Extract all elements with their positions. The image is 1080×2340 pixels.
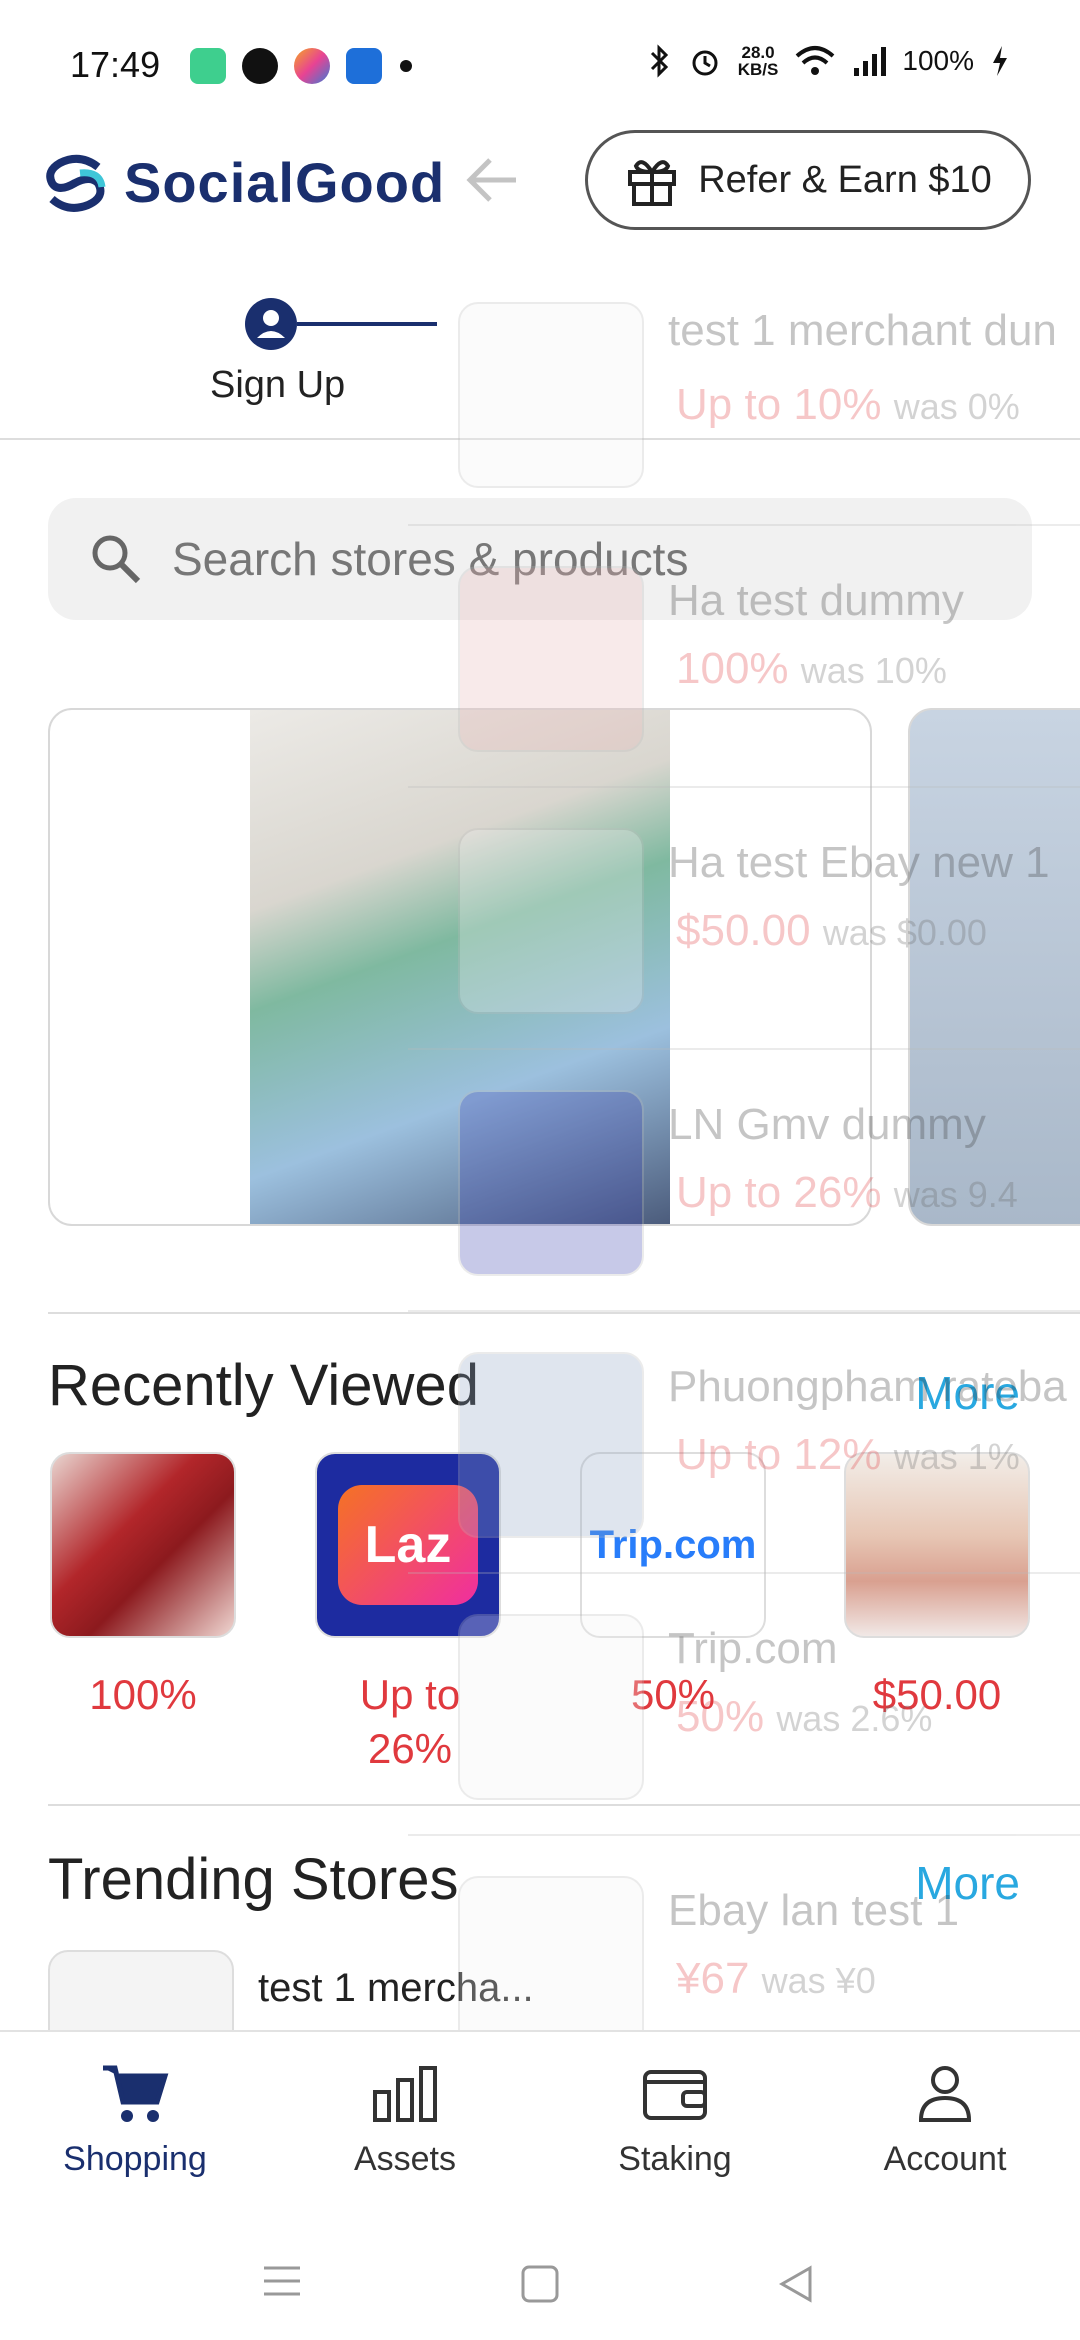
store-rate-value: ¥67 (676, 1954, 750, 2003)
nav-label: Shopping (63, 2140, 207, 2178)
nav-label: Staking (618, 2140, 732, 2178)
trending-store-name[interactable]: test 1 mercha... (258, 1966, 534, 2011)
socialgood-logo-icon (46, 154, 106, 212)
nav-shopping[interactable]: Shopping (0, 2062, 270, 2179)
bottom-navigation: Shopping Assets Staking Account (0, 2030, 1080, 2220)
network-speed-value: 28.0 (741, 43, 775, 62)
step-progress-line (297, 322, 437, 326)
recent-item-portrait[interactable] (844, 1452, 1030, 1638)
recently-viewed-more-link[interactable]: More (915, 1366, 1020, 1420)
lazada-logo-icon: Laz (338, 1485, 478, 1605)
trending-stores-more-link[interactable]: More (915, 1856, 1020, 1910)
recently-viewed-title: Recently Viewed (48, 1353, 479, 1418)
recent-rate-4: $50.00 (872, 1671, 1002, 1718)
promo-banner[interactable] (48, 708, 872, 1226)
trip-logo-text: Trip.com (589, 1522, 757, 1567)
status-time: 17:49 (70, 44, 161, 85)
usb-icon (346, 48, 382, 84)
onboarding-stepper: Sign Up (0, 262, 1080, 440)
person-icon (918, 2066, 972, 2122)
store-was-value: was 10% (800, 650, 947, 691)
recent-item-lipstick[interactable] (50, 1452, 236, 1638)
recent-item-lazada[interactable]: Laz (315, 1452, 501, 1638)
store-rate: 100% was 10% (676, 644, 947, 694)
home-icon[interactable] (520, 2264, 560, 2304)
network-speed-unit: KB/S (737, 60, 779, 79)
store-rate-value: 100% (676, 644, 789, 693)
browser-icon (294, 48, 330, 84)
bluetooth-icon (650, 44, 668, 78)
recent-rate-1: 100% (89, 1671, 197, 1718)
wallet-icon (643, 2070, 707, 2120)
signal-icon (854, 47, 887, 76)
nav-label: Assets (353, 2140, 457, 2178)
store-was-value: was ¥0 (761, 1960, 876, 2001)
search-icon (92, 535, 141, 584)
recent-item-trip[interactable]: Trip.com (580, 1452, 766, 1638)
recent-apps-icon[interactable] (262, 2264, 302, 2298)
charging-icon (993, 46, 1007, 76)
brand-name: SocialGood (124, 151, 446, 214)
brand-logo: SocialGood (40, 150, 445, 215)
back-icon[interactable] (776, 2264, 816, 2304)
status-bar: 17:49 28.0 KB/S 100% (0, 0, 1080, 130)
gift-icon (628, 160, 677, 206)
app-notification-icon (190, 48, 226, 84)
cart-icon (103, 2065, 169, 2122)
system-navigation-bar (0, 2220, 1080, 2340)
nav-assets[interactable]: Assets (270, 2062, 540, 2179)
wifi-icon (796, 46, 835, 75)
battery-level: 100% (902, 45, 974, 76)
section-divider (48, 1312, 1080, 1314)
search-bar[interactable]: Search stores & products (48, 498, 1032, 620)
trending-stores-title: Trending Stores (48, 1847, 459, 1912)
nav-account[interactable]: Account (810, 2062, 1080, 2179)
nav-label: Account (883, 2140, 1007, 2178)
lazada-logo-text: Laz (364, 1516, 452, 1574)
refer-earn-button[interactable]: Refer & Earn $10 (585, 130, 1031, 230)
search-placeholder: Search stores & products (172, 533, 689, 585)
more-dot-icon (400, 60, 412, 72)
user-step-icon[interactable] (245, 298, 297, 350)
step-label-sign-up[interactable]: Sign Up (210, 364, 345, 407)
back-arrow-icon[interactable] (462, 154, 522, 206)
store-rate: ¥67 was ¥0 (676, 1954, 876, 2004)
recent-rate-3: 50% (630, 1671, 716, 1718)
bar-chart-icon (373, 2066, 437, 2122)
refer-earn-label: Refer & Earn $10 (698, 158, 992, 201)
banner-image-clothes (250, 710, 670, 1224)
promo-banner-next[interactable] (908, 708, 1080, 1226)
alarm-icon (692, 50, 718, 76)
nav-staking[interactable]: Staking (540, 2062, 810, 2179)
status-indicators: 28.0 KB/S 100% (648, 44, 1010, 78)
app-header: SocialGood Refer & Earn $10 (0, 130, 1080, 230)
network-speed: 28.0 KB/S (738, 44, 779, 78)
facebook-icon (242, 48, 278, 84)
section-divider (48, 1804, 1080, 1806)
recent-rate-2: Up to 26% (359, 1671, 461, 1772)
